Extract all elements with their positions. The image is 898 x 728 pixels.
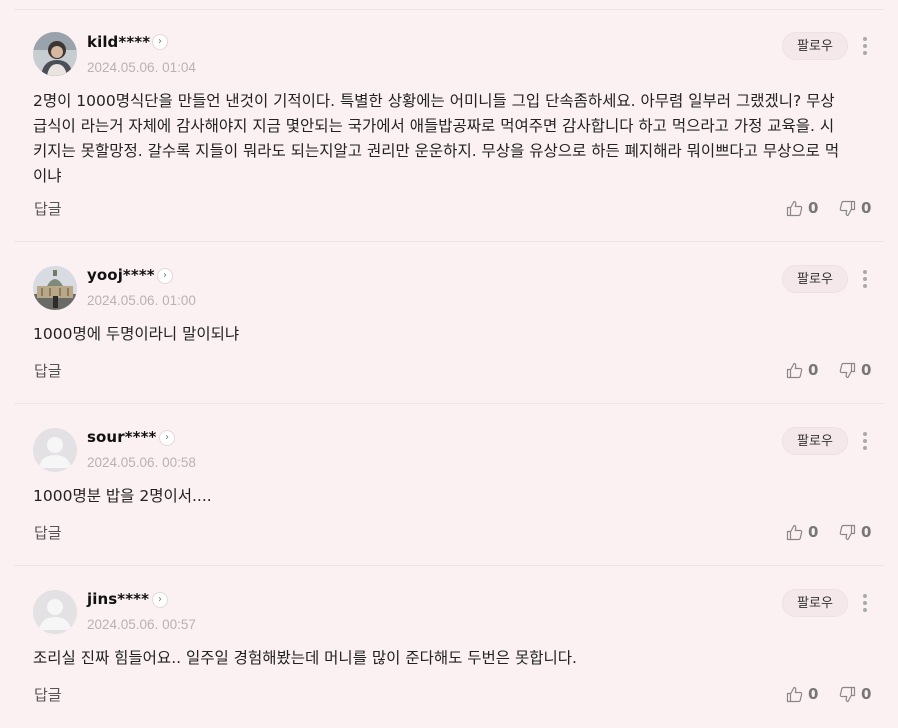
more-options-icon[interactable] (858, 593, 872, 613)
avatar[interactable] (33, 32, 77, 76)
reply-button[interactable]: 답글 (34, 524, 62, 542)
comment-item: yooj**** › 2024.05.06. 01:00 팔로우 1000명에 … (0, 242, 898, 404)
thumbs-down-icon (839, 686, 856, 702)
dislike-count: 0 (861, 685, 872, 703)
dislike-count: 0 (861, 361, 872, 379)
chevron-right-icon[interactable]: › (152, 592, 168, 608)
comment-date: 2024.05.06. 01:00 (87, 293, 196, 308)
chevron-right-icon[interactable]: › (159, 430, 175, 446)
like-count: 0 (808, 199, 819, 217)
comment-item: jins**** › 2024.05.06. 00:57 팔로우 조리실 진짜 … (0, 566, 898, 728)
like-count: 0 (808, 685, 819, 703)
thumbs-down-icon (839, 362, 856, 378)
thumbs-up-icon (786, 524, 803, 540)
nickname[interactable]: yooj**** (87, 266, 155, 284)
dislike-count: 0 (861, 199, 872, 217)
comment-date: 2024.05.06. 00:58 (87, 455, 196, 470)
like-button[interactable]: 0 (786, 198, 818, 218)
avatar[interactable] (33, 590, 77, 634)
follow-button[interactable]: 팔로우 (782, 32, 848, 60)
thumbs-down-icon (839, 200, 856, 216)
reply-button[interactable]: 답글 (34, 362, 62, 380)
like-button[interactable]: 0 (786, 684, 818, 704)
thumbs-up-icon (786, 362, 803, 378)
dislike-button[interactable]: 0 (839, 522, 871, 542)
dislike-button[interactable]: 0 (839, 360, 871, 380)
like-count: 0 (808, 523, 819, 541)
nickname[interactable]: sour**** (87, 428, 157, 446)
avatar[interactable] (33, 266, 77, 310)
follow-button[interactable]: 팔로우 (782, 589, 848, 617)
more-options-icon[interactable] (858, 36, 872, 56)
comment-text: 2명이 1000명식단을 만들언 낸것이 기적이다. 특별한 상황에는 어미니들… (33, 92, 840, 185)
nickname[interactable]: jins**** (87, 590, 149, 608)
comment-list: kild**** › 2024.05.06. 01:04 팔로우 2명이 100… (0, 0, 898, 728)
comment-text: 1000명분 밥을 2명이서.... (33, 487, 212, 505)
dislike-button[interactable]: 0 (839, 684, 871, 704)
comment-item: kild**** › 2024.05.06. 01:04 팔로우 2명이 100… (0, 0, 898, 242)
avatar[interactable] (33, 428, 77, 472)
like-button[interactable]: 0 (786, 360, 818, 380)
nickname[interactable]: kild**** (87, 33, 150, 51)
dislike-button[interactable]: 0 (839, 198, 871, 218)
comment-text: 조리실 진짜 힘들어요.. 일주일 경험해봤는데 머니를 많이 준다해도 두번은… (33, 649, 577, 667)
chevron-right-icon[interactable]: › (157, 268, 173, 284)
thumbs-down-icon (839, 524, 856, 540)
dislike-count: 0 (861, 523, 872, 541)
chevron-right-icon[interactable]: › (152, 34, 168, 50)
thumbs-up-icon (786, 686, 803, 702)
like-button[interactable]: 0 (786, 522, 818, 542)
more-options-icon[interactable] (858, 431, 872, 451)
more-options-icon[interactable] (858, 269, 872, 289)
comment-date: 2024.05.06. 01:04 (87, 60, 196, 75)
comment-text: 1000명에 두명이라니 말이되냐 (33, 325, 240, 343)
comment-date: 2024.05.06. 00:57 (87, 617, 196, 632)
like-count: 0 (808, 361, 819, 379)
follow-button[interactable]: 팔로우 (782, 265, 848, 293)
reply-button[interactable]: 답글 (34, 200, 62, 218)
follow-button[interactable]: 팔로우 (782, 427, 848, 455)
thumbs-up-icon (786, 200, 803, 216)
comment-item: sour**** › 2024.05.06. 00:58 팔로우 1000명분 … (0, 404, 898, 566)
reply-button[interactable]: 답글 (34, 686, 62, 704)
